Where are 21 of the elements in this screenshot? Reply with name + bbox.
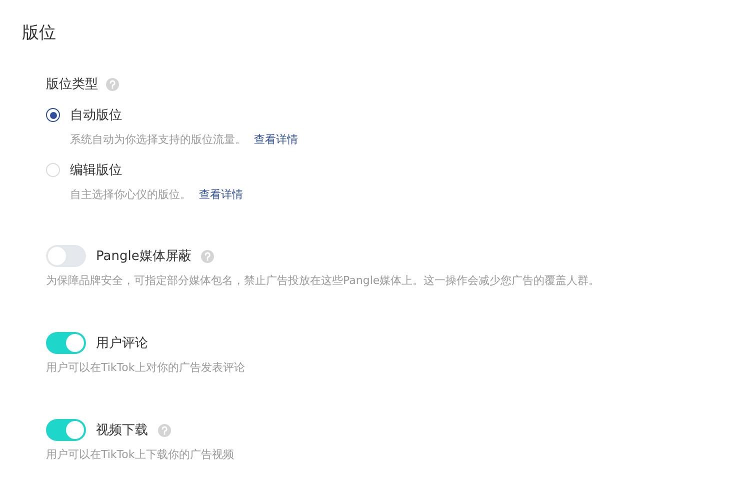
help-icon[interactable] xyxy=(158,424,171,436)
help-icon[interactable] xyxy=(201,250,214,262)
option-label[interactable]: 编辑版位 xyxy=(70,161,122,179)
option-description: 自主选择你心仪的版位。 xyxy=(70,187,191,203)
details-link[interactable]: 查看详情 xyxy=(199,187,243,203)
toggle-switch[interactable] xyxy=(46,332,86,354)
setting-label: 视频下载 xyxy=(96,422,148,439)
section-title: 版位 xyxy=(22,22,57,44)
radio-button[interactable] xyxy=(46,108,60,122)
option-description: 系统自动为你选择支持的版位流量。 xyxy=(70,132,246,148)
setting-label: 用户评论 xyxy=(96,335,148,352)
help-icon[interactable] xyxy=(106,78,119,90)
setting-description: 用户可以在TikTok上下载你的广告视频 xyxy=(46,447,235,463)
setting-label: Pangle媒体屏蔽 xyxy=(96,248,192,265)
field-label: 版位类型 xyxy=(46,76,98,93)
details-link[interactable]: 查看详情 xyxy=(254,132,298,148)
toggle-switch[interactable] xyxy=(46,419,86,441)
setting-description: 用户可以在TikTok上对你的广告发表评论 xyxy=(46,360,246,376)
option-label[interactable]: 自动版位 xyxy=(70,106,122,124)
toggle-switch[interactable] xyxy=(46,245,86,267)
setting-description: 为保障品牌安全，可指定部分媒体包名，禁止广告投放在这些Pangle媒体上。这一操作会减少您广告的覆盖人群。 xyxy=(46,273,601,289)
